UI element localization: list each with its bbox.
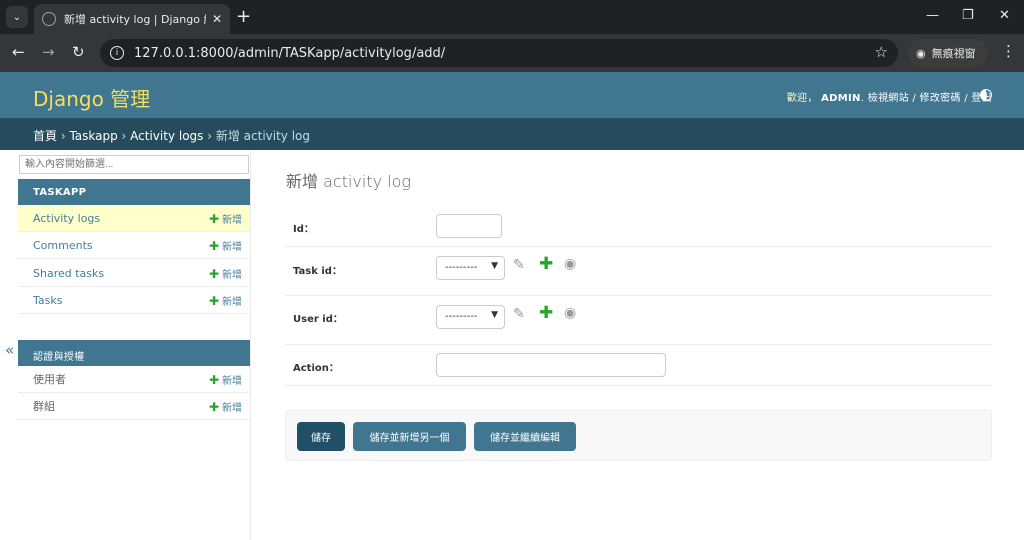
nav-sidebar: TASKAPP Activity logs ✚新增 Comments ✚新增 S… (18, 150, 251, 540)
username: ADMIN (821, 93, 861, 104)
globe-icon (42, 12, 56, 26)
sidebar-item-comments: Comments ✚ 新增 (18, 232, 250, 259)
breadcrumb-app[interactable]: Taskapp (69, 129, 117, 143)
edit-pencil-icon[interactable]: ✎ (513, 257, 525, 273)
save-button[interactable]: 儲存 (297, 422, 345, 451)
sidebar-item-label[interactable]: 使用者 (33, 371, 209, 387)
id-field[interactable] (436, 214, 502, 238)
form-row-user-id: User id： --------- ▼ ✎ ✚ ◉ (285, 296, 992, 345)
view-eye-icon[interactable]: ◉ (564, 305, 576, 321)
add-link[interactable]: ✚ 新增 (209, 372, 242, 387)
add-plus-icon: ✚ (208, 266, 219, 281)
back-icon[interactable]: ← (12, 42, 25, 62)
admin-header: Django 管理 歡迎， ADMIN. 檢視網站 / 修改密碼 / 登出 (0, 72, 1024, 118)
tab-title: 新增 activity log | Django 網站管理 (64, 13, 206, 26)
task-id-selected: --------- (445, 262, 478, 273)
sidebar-item-activity-logs: Activity logs ✚ 新增 (18, 205, 250, 232)
form-row-action: Action： (285, 345, 992, 386)
sidebar-item-label[interactable]: Shared tasks (33, 267, 209, 280)
edit-pencil-icon[interactable]: ✎ (513, 306, 525, 322)
add-related-plus-icon[interactable]: ✚ (539, 254, 553, 274)
browser-toolbar: ← → ↻ i 127.0.0.1:8000/admin/TASKapp/act… (0, 34, 1024, 72)
minimize-icon[interactable]: — (926, 8, 939, 23)
restore-icon[interactable]: ❐ (962, 8, 974, 23)
address-url: 127.0.0.1:8000/admin/TASKapp/activitylog… (134, 45, 446, 61)
add-link[interactable]: ✚ 新增 (209, 399, 242, 414)
new-tab-icon[interactable]: + (236, 7, 251, 27)
add-plus-icon: ✚ (208, 238, 219, 253)
add-related-plus-icon[interactable]: ✚ (539, 303, 553, 323)
chevron-down-icon: ▼ (491, 261, 498, 271)
browser-tabstrip: ⌄ 新增 activity log | Django 網站管理 ✕ + — ❐ … (0, 0, 1024, 34)
user-id-label: User id： (293, 314, 343, 325)
submit-row: 儲存 儲存並新增另一個 儲存並繼續編輯 (285, 410, 992, 461)
theme-toggle-icon[interactable] (980, 89, 992, 101)
reload-icon[interactable]: ↻ (72, 42, 85, 62)
welcome-text: 歡迎， (786, 93, 818, 104)
id-label: Id： (293, 224, 314, 235)
task-id-select[interactable]: --------- ▼ (436, 256, 505, 280)
action-label: Action： (293, 363, 339, 374)
sidebar-item-tasks: Tasks ✚ 新增 (18, 287, 250, 314)
user-tools: 歡迎， ADMIN. 檢視網站 / 修改密碼 / 登出 (787, 89, 992, 104)
incognito-badge[interactable]: ◉ 無痕視窗 (908, 39, 988, 67)
breadcrumb-home[interactable]: 首頁 (33, 129, 57, 143)
save-continue-button[interactable]: 儲存並繼續編輯 (474, 422, 576, 451)
sidebar-item-groups: 群組 ✚ 新增 (18, 393, 250, 420)
collapse-sidebar-icon[interactable]: « (5, 341, 14, 359)
forward-icon[interactable]: → (42, 42, 55, 62)
sidebar-item-users: 使用者 ✚ 新增 (18, 366, 250, 393)
add-link[interactable]: ✚ 新增 (209, 293, 242, 308)
form-row-id: Id： (285, 206, 992, 247)
action-field[interactable] (436, 353, 666, 377)
sidebar-item-label[interactable]: Activity logs (33, 212, 209, 225)
view-eye-icon[interactable]: ◉ (564, 256, 576, 272)
breadcrumb-model[interactable]: Activity logs (130, 129, 203, 143)
add-link[interactable]: ✚ 新增 (209, 238, 242, 253)
page-title: 新增 activity log (286, 172, 411, 191)
add-plus-icon: ✚ (208, 293, 219, 308)
browser-tab[interactable]: 新增 activity log | Django 網站管理 ✕ (34, 4, 230, 34)
module-caption-auth[interactable]: 認證與授權 (18, 340, 250, 366)
site-branding[interactable]: Django 管理 (33, 83, 150, 112)
add-link[interactable]: ✚ 新增 (209, 211, 242, 226)
address-bar[interactable]: i 127.0.0.1:8000/admin/TASKapp/activityl… (100, 39, 898, 67)
save-add-another-button[interactable]: 儲存並新增另一個 (353, 422, 466, 451)
nav-filter-input[interactable] (19, 155, 249, 174)
browser-menu-icon[interactable]: ⋮ (1001, 42, 1016, 60)
chevron-down-icon: ▼ (491, 310, 498, 320)
breadcrumb-current: 新增 activity log (215, 129, 311, 143)
task-id-label: Task id： (293, 266, 342, 277)
incognito-label: 無痕視窗 (931, 47, 976, 60)
close-window-icon[interactable]: ✕ (999, 8, 1010, 23)
close-tab-icon[interactable]: ✕ (212, 12, 222, 26)
incognito-icon: ◉ (916, 46, 926, 60)
user-id-select[interactable]: --------- ▼ (436, 305, 505, 329)
site-info-icon[interactable]: i (110, 46, 124, 60)
sidebar-item-label[interactable]: Comments (33, 239, 209, 252)
change-password-link[interactable]: 修改密碼 (920, 93, 961, 104)
view-site-link[interactable]: 檢視網站 (868, 93, 909, 104)
add-plus-icon: ✚ (208, 211, 219, 226)
sidebar-item-label[interactable]: Tasks (33, 294, 209, 307)
sidebar-item-label[interactable]: 群組 (33, 398, 209, 414)
form-row-task-id: Task id： --------- ▼ ✎ ✚ ◉ (285, 247, 992, 296)
sidebar-item-shared-tasks: Shared tasks ✚ 新增 (18, 260, 250, 287)
breadcrumb: 首頁 › Taskapp › Activity logs › 新增 activi… (0, 118, 1024, 150)
add-plus-icon: ✚ (208, 399, 219, 414)
module-caption-taskapp[interactable]: TASKAPP (18, 179, 250, 205)
bookmark-star-icon[interactable]: ☆ (875, 43, 888, 61)
tab-search-icon[interactable]: ⌄ (6, 6, 28, 28)
add-link[interactable]: ✚ 新增 (209, 266, 242, 281)
user-id-selected: --------- (445, 311, 478, 322)
add-plus-icon: ✚ (208, 372, 219, 387)
